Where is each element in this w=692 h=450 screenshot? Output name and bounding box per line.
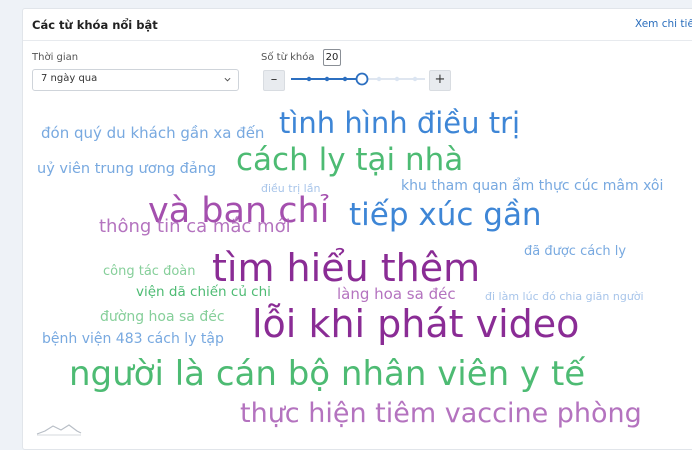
keyword[interactable]: đường hoa sa đéc bbox=[100, 310, 225, 324]
keyword[interactable]: lỗi khi phát video bbox=[252, 305, 579, 343]
time-select-value: 7 ngày qua bbox=[41, 73, 98, 84]
keyword[interactable]: tiếp xúc gần bbox=[349, 200, 542, 231]
decrease-button[interactable]: – bbox=[263, 70, 285, 91]
time-select[interactable]: 7 ngày qua bbox=[32, 69, 239, 91]
keyword[interactable]: bệnh viện 483 cách ly tập bbox=[42, 332, 224, 346]
keywords-panel: Các từ khóa nổi bật Xem chi tiết Thời gi… bbox=[22, 8, 692, 450]
word-cloud: đón quý du khách gần xa đến tình hình đi… bbox=[23, 95, 692, 449]
keyword[interactable]: tình hình điều trị bbox=[279, 109, 520, 138]
keyword[interactable]: người là cán bộ nhân viên y tế bbox=[69, 357, 585, 391]
keyword-count-value: 20 bbox=[323, 49, 341, 66]
keyword[interactable]: cách ly tại nhà bbox=[236, 145, 463, 176]
keyword[interactable]: uỷ viên trung ương đảng bbox=[37, 162, 216, 177]
keyword[interactable]: đi làm lúc đó chia giãn người bbox=[485, 291, 644, 302]
time-label: Thời gian bbox=[32, 52, 79, 63]
header-divider bbox=[23, 40, 692, 41]
keyword[interactable]: đã được cách ly bbox=[524, 245, 626, 258]
keyword[interactable]: viện dã chiến củ chi bbox=[136, 285, 271, 300]
chevron-down-icon bbox=[224, 77, 231, 82]
keyword[interactable]: công tác đoàn bbox=[103, 265, 195, 278]
keyword[interactable]: đón quý du khách gần xa đến bbox=[41, 126, 264, 141]
panel-title: Các từ khóa nổi bật bbox=[32, 18, 158, 32]
sparkline-icon bbox=[36, 424, 82, 436]
keyword[interactable]: tìm hiểu thêm bbox=[212, 249, 480, 287]
keyword-count-label: Số từ khóa bbox=[261, 52, 315, 63]
keyword[interactable]: khu tham quan ẩm thực cúc mâm xôi bbox=[401, 179, 663, 193]
keyword[interactable]: thông tin ca mắc mới bbox=[99, 218, 291, 236]
increase-button[interactable]: + bbox=[429, 70, 451, 91]
keyword[interactable]: làng hoa sa đéc bbox=[337, 287, 456, 302]
keyword-count-slider[interactable] bbox=[289, 67, 427, 91]
keyword[interactable]: thực hiện tiêm vaccine phòng bbox=[240, 400, 642, 427]
view-details-link[interactable]: Xem chi tiết bbox=[635, 18, 692, 30]
